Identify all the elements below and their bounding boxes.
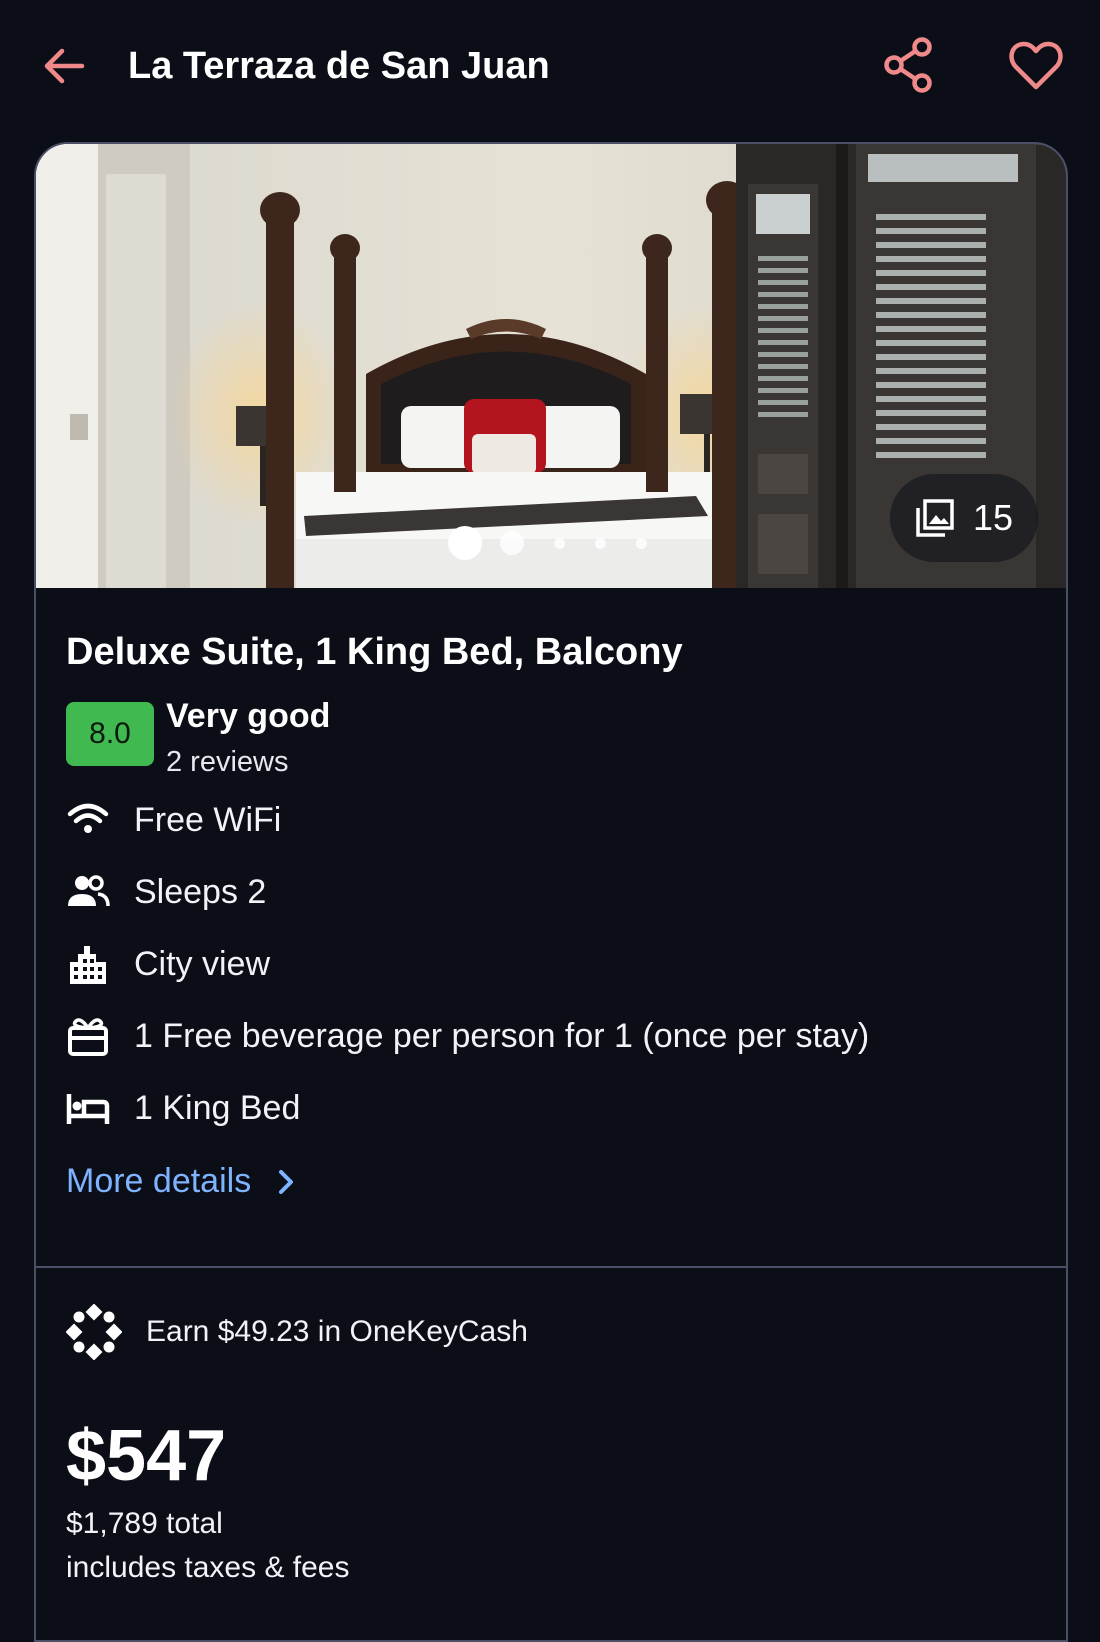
nightly-price: $547 xyxy=(66,1416,227,1496)
heart-outline-icon xyxy=(1009,41,1063,90)
more-details-label: More details xyxy=(66,1162,252,1200)
onekeycash-row: Earn $49.23 in OneKeyCash xyxy=(66,1304,528,1360)
back-button[interactable] xyxy=(38,40,90,92)
room-title: Deluxe Suite, 1 King Bed, Balcony xyxy=(66,631,683,673)
amenity-text: 1 King Bed xyxy=(134,1088,301,1127)
share-icon xyxy=(884,37,932,93)
amenity-text: 1 Free beverage per person for 1 (once p… xyxy=(134,1016,870,1055)
carousel-dot-active[interactable] xyxy=(448,526,482,560)
carousel-dot[interactable] xyxy=(595,537,606,549)
amenity-text: City view xyxy=(134,944,271,983)
rating-badge: 8.0 xyxy=(66,702,154,766)
amenity-bed: 1 King Bed xyxy=(66,1082,1026,1134)
app-bar: La Terraza de San Juan xyxy=(0,0,1100,135)
carousel-indicator xyxy=(448,526,647,560)
people-icon xyxy=(66,870,110,914)
amenity-wifi: Free WiFi xyxy=(66,794,1026,846)
gallery-count-text: 15 xyxy=(972,497,1014,538)
amenity-view: City view xyxy=(66,938,1026,990)
reviews-count[interactable]: 2 reviews xyxy=(166,742,289,782)
gift-icon xyxy=(66,1014,110,1058)
total-price: $1,789 total xyxy=(66,1507,223,1540)
rating-label: Very good xyxy=(166,697,331,735)
section-divider xyxy=(36,1266,1066,1268)
favorite-button[interactable] xyxy=(1004,36,1068,94)
carousel-dot[interactable] xyxy=(500,531,524,555)
bed-icon xyxy=(66,1086,110,1130)
arrow-left-icon xyxy=(44,48,85,84)
carousel-dot[interactable] xyxy=(636,537,647,549)
wifi-icon xyxy=(66,798,110,842)
taxes-note: includes taxes & fees xyxy=(66,1551,350,1584)
share-button[interactable] xyxy=(880,36,938,94)
room-photo-carousel[interactable]: 15 xyxy=(36,144,1066,588)
hotel-title: La Terraza de San Juan xyxy=(128,45,550,87)
carousel-dot[interactable] xyxy=(554,537,565,549)
onekeycash-icon xyxy=(66,1304,122,1360)
amenity-beverage: 1 Free beverage per person for 1 (once p… xyxy=(66,1010,1026,1062)
city-icon xyxy=(66,942,110,986)
onekeycash-text: Earn $49.23 in OneKeyCash xyxy=(146,1315,528,1348)
chevron-right-icon xyxy=(279,1169,294,1194)
room-card: 15 Deluxe Suite, 1 King Bed, Balcony 8.0… xyxy=(34,142,1068,1642)
amenity-text: Sleeps 2 xyxy=(134,872,267,911)
amenity-sleeps: Sleeps 2 xyxy=(66,866,1026,918)
gallery-count-button[interactable]: 15 xyxy=(890,474,1038,562)
amenity-text: Free WiFi xyxy=(134,800,282,839)
photo-library-icon xyxy=(916,499,954,537)
more-details-link[interactable]: More details xyxy=(66,1162,295,1201)
